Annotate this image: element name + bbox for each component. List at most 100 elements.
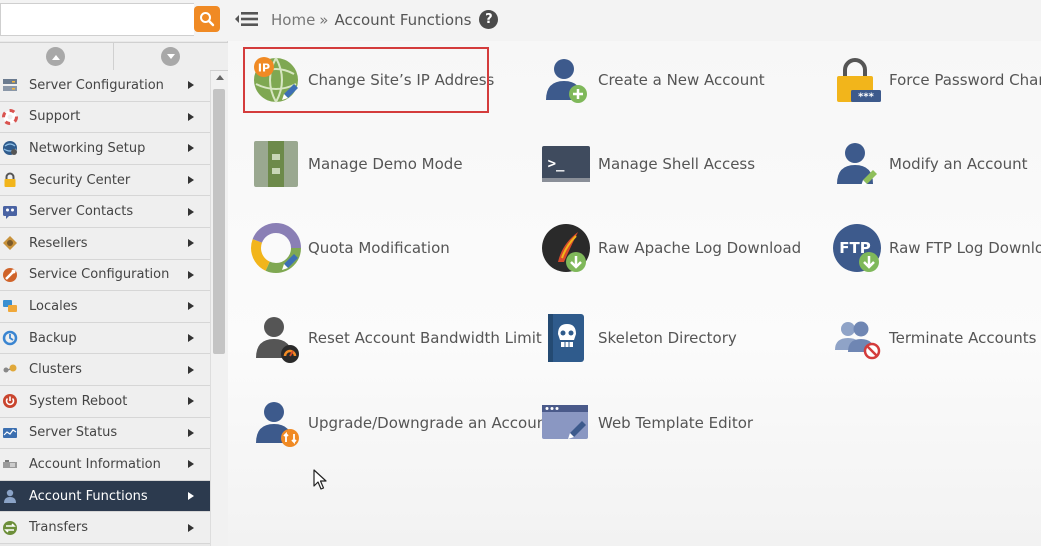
tile-label: Modify an Account: [889, 155, 1028, 173]
sidebar-item-security-center[interactable]: Security Center: [0, 164, 210, 197]
sidebar-item-server-configuration[interactable]: Server Configuration: [0, 70, 210, 102]
sidebar-item-label: Locales: [29, 298, 78, 314]
tile-web-template-editor[interactable]: Web Template Editor: [540, 397, 753, 449]
tile-label: Change Site’s IP Address: [308, 71, 495, 89]
sidebar-item-locales[interactable]: Locales: [0, 291, 210, 323]
ip-badge-text: IP: [258, 62, 270, 75]
tile-force-password-change[interactable]: *** Force Password Chang: [831, 54, 1041, 106]
tile-skeleton-directory[interactable]: Skeleton Directory: [540, 312, 737, 364]
tile-label: Terminate Accounts: [889, 329, 1037, 347]
tile-raw-apache-log-download[interactable]: Raw Apache Log Download: [540, 222, 801, 274]
service-config-icon: [1, 266, 19, 284]
contacts-icon: [1, 203, 19, 221]
sidebar-item-account-functions[interactable]: Account Functions: [0, 480, 210, 513]
sidebar-item-label: Transfers: [29, 520, 89, 536]
sidebar-item-backup[interactable]: Backup: [0, 322, 210, 355]
sidebar-item-label: Networking Setup: [29, 140, 146, 156]
sidebar-item-service-configuration[interactable]: Service Configuration: [0, 259, 210, 292]
network-icon: [1, 139, 19, 157]
ftp-log-icon: FTP: [831, 222, 883, 274]
submenu-arrow-icon: [188, 81, 194, 90]
sidebar-item-label: Server Configuration: [29, 77, 164, 93]
sidebar-item-label: Security Center: [29, 172, 131, 188]
main-content: IP Change Site’s IP Address Create a New…: [228, 41, 1041, 546]
sidebar-item-server-contacts[interactable]: Server Contacts: [0, 196, 210, 228]
power-icon: [1, 392, 19, 410]
menu-toggle-button[interactable]: [234, 9, 258, 29]
tile-label: Upgrade/Downgrade an Account: [308, 414, 553, 432]
sidebar: Server Configuration Support Networking …: [0, 0, 228, 546]
tile-label: Force Password Chang: [889, 71, 1041, 89]
upgrade-downgrade-icon: [250, 397, 302, 449]
tile-upgrade-downgrade-account[interactable]: Upgrade/Downgrade an Account: [250, 397, 552, 449]
sidebar-item-label: Backup: [29, 330, 77, 346]
tile-label: Manage Shell Access: [598, 155, 756, 173]
apache-log-icon: [540, 222, 592, 274]
tile-change-site-ip[interactable]: IP Change Site’s IP Address: [243, 47, 494, 113]
tile-terminate-accounts[interactable]: Terminate Accounts: [831, 312, 1036, 364]
tile-reset-account-bandwidth-limit[interactable]: Reset Account Bandwidth Limit: [250, 312, 542, 364]
create-account-icon: [540, 54, 592, 106]
search-button[interactable]: [194, 6, 220, 32]
account-functions-icon: [1, 487, 19, 505]
tile-raw-ftp-log-download[interactable]: FTP Raw FTP Log Downloa: [831, 222, 1041, 274]
sidebar-item-transfers[interactable]: Transfers: [0, 512, 210, 544]
clusters-icon: [1, 361, 19, 379]
submenu-arrow-icon: [188, 460, 194, 469]
submenu-arrow-icon: [188, 207, 194, 216]
sidebar-item-label: Server Status: [29, 425, 118, 441]
resellers-icon: [1, 234, 19, 252]
tile-create-new-account[interactable]: Create a New Account: [540, 54, 765, 106]
collapse-up-button[interactable]: [46, 47, 65, 66]
locales-icon: [1, 297, 19, 315]
force-password-icon: ***: [831, 54, 883, 106]
sidebar-item-label: Account Functions: [29, 488, 148, 504]
sidebar-menu: Server Configuration Support Networking …: [0, 70, 210, 544]
scroll-thumb[interactable]: [213, 89, 225, 354]
sidebar-item-networking-setup[interactable]: Networking Setup: [0, 133, 210, 165]
search-input[interactable]: [0, 3, 194, 36]
tile-manage-demo-mode[interactable]: Manage Demo Mode: [250, 138, 463, 190]
breadcrumb-home-link[interactable]: Home: [271, 11, 315, 29]
web-template-icon: [540, 397, 592, 449]
hamburger-menu-icon: [235, 12, 258, 26]
tile-manage-shell-access[interactable]: >_ Manage Shell Access: [540, 138, 755, 190]
submenu-arrow-icon: [188, 523, 194, 532]
submenu-arrow-icon: [188, 397, 194, 406]
modify-account-icon: [831, 138, 883, 190]
sidebar-item-support[interactable]: Support: [0, 101, 210, 134]
tile-label: Raw FTP Log Downloa: [889, 239, 1041, 257]
page-title: Account Functions: [334, 10, 472, 29]
help-icon[interactable]: ?: [479, 10, 499, 29]
sidebar-item-system-reboot[interactable]: System Reboot: [0, 385, 210, 418]
tile-quota-modification[interactable]: Quota Modification: [250, 222, 450, 274]
scroll-up-arrow-icon[interactable]: [216, 75, 224, 80]
submenu-arrow-icon: [188, 365, 194, 374]
demo-mode-icon: [250, 138, 302, 190]
padlock-icon: [1, 171, 19, 189]
mouse-cursor-icon: [313, 469, 327, 490]
sidebar-scrollbar[interactable]: [210, 71, 228, 546]
terminate-accounts-icon: [831, 312, 883, 364]
tile-label: Manage Demo Mode: [308, 155, 463, 173]
sidebar-item-account-information[interactable]: Account Information: [0, 449, 210, 481]
tile-label: Raw Apache Log Download: [598, 239, 802, 257]
sidebar-item-clusters[interactable]: Clusters: [0, 354, 210, 386]
tile-label: Create a New Account: [598, 71, 765, 89]
submenu-arrow-icon: [188, 112, 194, 121]
collapse-bar: [0, 42, 228, 71]
shell-access-icon: >_: [540, 138, 592, 190]
tile-label: Quota Modification: [308, 239, 450, 257]
expand-down-button[interactable]: [161, 47, 180, 66]
submenu-arrow-icon: [188, 302, 194, 311]
submenu-arrow-icon: [188, 492, 194, 501]
breadcrumb-separator: »: [319, 10, 329, 29]
tile-modify-account[interactable]: Modify an Account: [831, 138, 1028, 190]
sidebar-item-resellers[interactable]: Resellers: [0, 227, 210, 260]
sidebar-item-server-status[interactable]: Server Status: [0, 417, 210, 450]
search-icon: [200, 12, 215, 27]
sidebar-item-label: Account Information: [29, 456, 161, 472]
submenu-arrow-icon: [188, 176, 194, 185]
chevron-down-icon: [166, 53, 175, 59]
quota-icon: [250, 222, 302, 274]
